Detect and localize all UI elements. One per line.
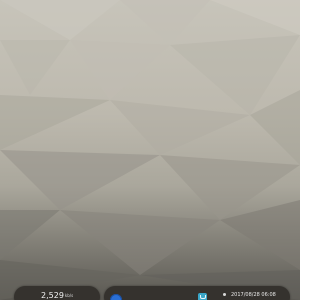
taskbar: 2017/08/28 06:08: [104, 286, 290, 300]
network-speed-widget[interactable]: 2,529kb/s: [14, 286, 100, 300]
dot-icon[interactable]: [223, 293, 226, 296]
network-speed-value: 2,529: [41, 291, 64, 300]
network-speed-unit: kb/s: [64, 293, 74, 298]
wallpaper: [0, 0, 300, 300]
clock[interactable]: 2017/08/28 06:08: [231, 292, 276, 298]
app-glyph-icon: [200, 295, 206, 299]
app-icon[interactable]: [198, 293, 207, 300]
desktop: 2,529kb/s 2017/08/28 06:08: [0, 0, 300, 300]
launcher-icon[interactable]: [110, 294, 122, 300]
network-speed-text: 2,529kb/s: [41, 291, 73, 300]
